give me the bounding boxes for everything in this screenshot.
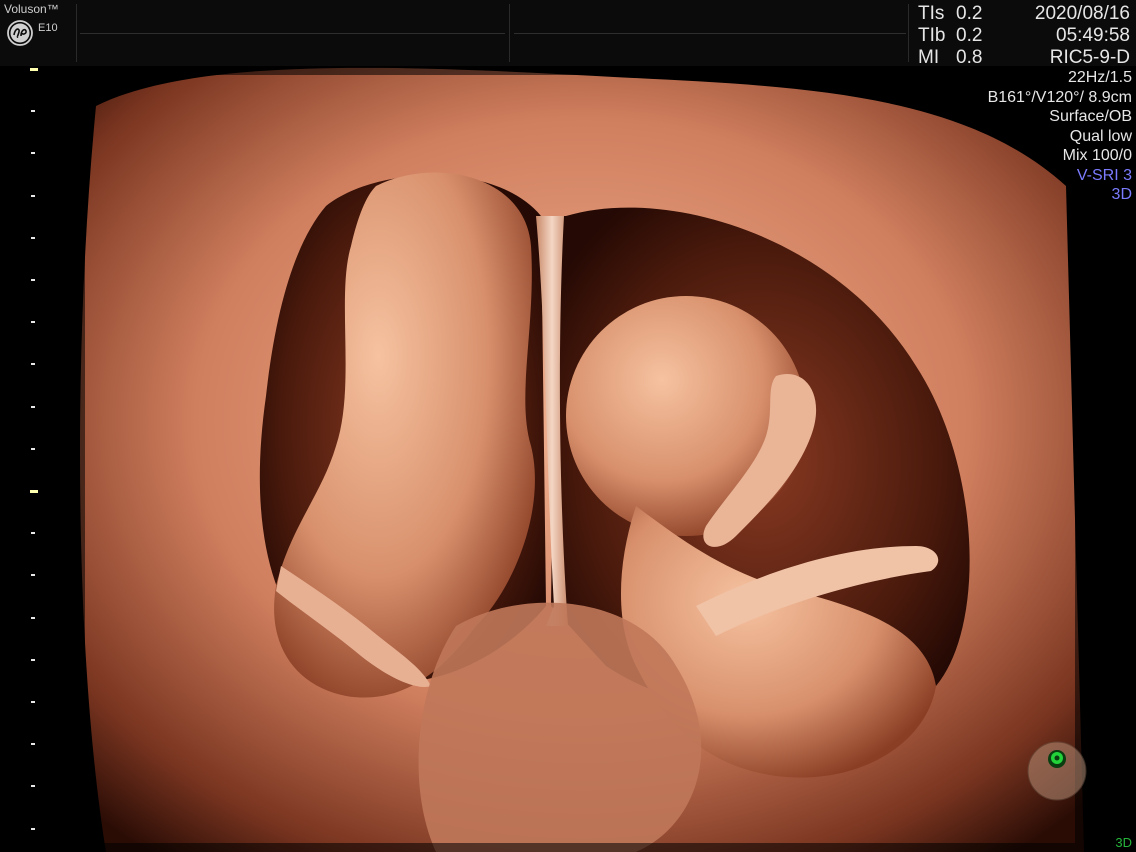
quality-label: Qual low — [1069, 127, 1132, 145]
orientation-ball-icon[interactable] — [1026, 740, 1088, 802]
header-divider — [76, 4, 77, 62]
date-label: 2020/08/16 — [1034, 3, 1130, 24]
model-label: E10 — [38, 22, 58, 34]
index-label: TIs — [918, 3, 945, 24]
focus-marker — [30, 68, 38, 71]
render-mode-label: Surface/OB — [1049, 108, 1132, 125]
header-line — [80, 33, 505, 34]
ultrasound-3d-render — [76, 66, 1084, 852]
header-line — [514, 33, 906, 34]
index-value: 0.2 — [956, 25, 983, 46]
depth-tick — [31, 195, 35, 197]
depth-tick — [31, 828, 35, 830]
mode-tag: 3D — [1115, 835, 1132, 850]
view-mode-label: 3D — [1111, 186, 1132, 203]
depth-tick — [31, 363, 35, 365]
index-value: 0.2 — [956, 3, 983, 24]
depth-tick — [31, 321, 35, 323]
time-label: 05:49:58 — [1056, 25, 1130, 46]
depth-tick — [31, 110, 35, 112]
frame-rate-label: 22Hz/1.5 — [1067, 69, 1132, 86]
depth-tick — [31, 237, 35, 239]
brand-block: Voluson™ E10 — [4, 2, 74, 62]
depth-tick — [31, 279, 35, 281]
datetime-block: 2020/08/16 05:49:58 RIC5-9-D — [1035, 3, 1130, 69]
depth-tick — [31, 659, 35, 661]
render-image — [76, 66, 1084, 852]
brand-name: Voluson™ — [4, 2, 59, 16]
depth-tick — [31, 152, 35, 154]
depth-tick — [31, 532, 35, 534]
depth-tick — [31, 701, 35, 703]
acquisition-params: 22Hz/1.5 B161°/V120°/ 8.9cm Surface/OB Q… — [988, 68, 1132, 205]
index-label: TIb — [918, 25, 946, 46]
depth-tick — [31, 617, 35, 619]
volume-angle-label: B161°/V120°/ 8.9cm — [987, 88, 1132, 106]
depth-tick — [31, 448, 35, 450]
depth-tick — [31, 406, 35, 408]
mix-label: Mix 100/0 — [1062, 147, 1132, 164]
vsri-label: V-SRI 3 — [1076, 166, 1132, 184]
depth-tick — [31, 785, 35, 787]
depth-tick — [31, 574, 35, 576]
index-row: TIb 0.2 — [918, 25, 982, 47]
depth-tick — [31, 743, 35, 745]
header-divider — [908, 4, 909, 62]
safety-indices: TIs 0.2 TIb 0.2 MI 0.8 — [918, 3, 982, 69]
index-row: TIs 0.2 — [918, 3, 982, 25]
depth-scale — [0, 66, 60, 852]
focus-marker — [30, 490, 38, 493]
ge-logo-icon — [7, 20, 33, 46]
header-bar: Voluson™ E10 TIs 0.2 TIb 0.2 MI 0.8 2020/08… — [0, 0, 1136, 69]
header-divider — [509, 4, 510, 62]
